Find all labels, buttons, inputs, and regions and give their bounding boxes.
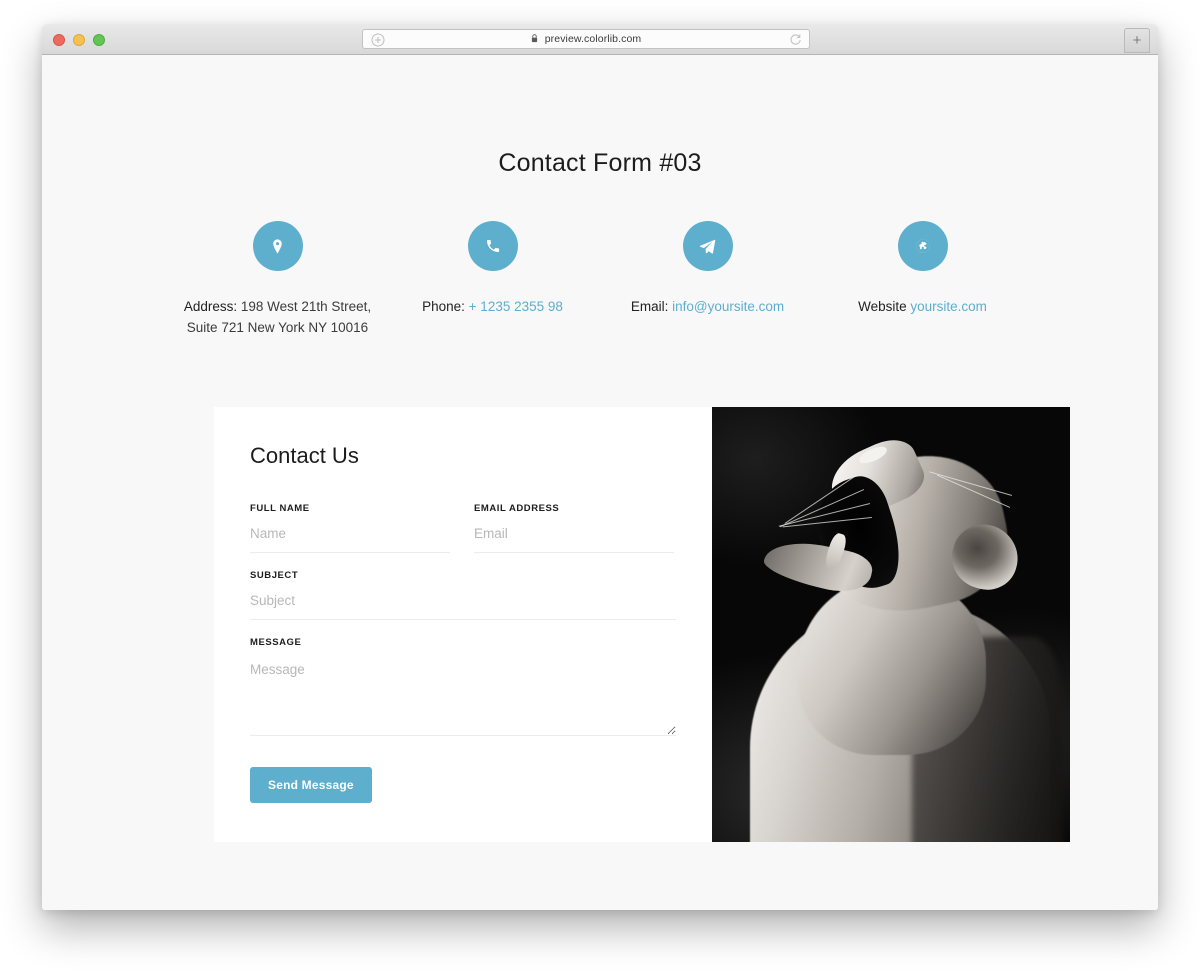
subject-input[interactable] — [250, 593, 676, 620]
field-message: MESSAGE — [250, 637, 676, 736]
contact-item-website: Website yoursite.com — [815, 221, 1030, 338]
globe-icon — [897, 221, 948, 271]
map-pin-icon — [252, 221, 303, 271]
address-bar-text: preview.colorlib.com — [531, 33, 642, 46]
contact-phone-label: Phone: — [422, 299, 465, 314]
address-bar[interactable]: preview.colorlib.com — [362, 29, 810, 49]
browser-window: preview.colorlib.com + Contact Form #03 — [42, 24, 1158, 910]
name-email-row: FULL NAME EMAIL ADDRESS — [250, 503, 676, 570]
close-window-button[interactable] — [53, 34, 65, 46]
maximize-window-button[interactable] — [93, 34, 105, 46]
lioness-photo — [712, 407, 1070, 842]
email-address-label: EMAIL ADDRESS — [474, 503, 560, 514]
contact-phone-link[interactable]: + 1235 2355 98 — [469, 299, 563, 314]
phone-icon — [467, 221, 518, 271]
url-hostname: preview.colorlib.com — [544, 32, 642, 45]
lioness-photo-image — [712, 407, 1070, 842]
contact-address-text: Address: 198 West 21th Street, Suite 721… — [170, 296, 385, 338]
message-textarea[interactable] — [250, 660, 676, 736]
field-full-name: FULL NAME — [250, 503, 450, 553]
field-email-address: EMAIL ADDRESS — [474, 503, 674, 553]
contact-website-label: Website — [858, 299, 907, 314]
contact-address-value: 198 West 21th Street, — [240, 299, 372, 314]
add-circle-icon[interactable] — [371, 33, 385, 47]
contact-item-address: Address: 198 West 21th Street, Suite 721… — [170, 221, 385, 338]
field-subject: SUBJECT — [250, 570, 676, 620]
contact-phone-text: Phone: + 1235 2355 98 — [385, 296, 600, 317]
contact-item-email: Email: info@yoursite.com — [600, 221, 815, 338]
window-controls — [53, 34, 105, 46]
email-address-input[interactable] — [474, 526, 674, 553]
subject-label: SUBJECT — [250, 570, 299, 581]
contact-email-text: Email: info@yoursite.com — [600, 296, 815, 317]
send-message-button[interactable]: Send Message — [250, 767, 372, 803]
contact-website-text: Website yoursite.com — [815, 296, 1030, 317]
lock-icon — [531, 33, 538, 46]
contact-form: Contact Us FULL NAME EMAIL ADDRESS SUBJE… — [214, 407, 712, 842]
form-heading: Contact Us — [250, 443, 359, 468]
paper-plane-icon — [682, 221, 733, 271]
message-label: MESSAGE — [250, 637, 302, 648]
minimize-window-button[interactable] — [73, 34, 85, 46]
full-name-input[interactable] — [250, 526, 450, 553]
contact-email-link[interactable]: info@yoursite.com — [672, 299, 784, 314]
page-viewport: Contact Form #03 Address: 198 West 21th … — [42, 55, 1158, 910]
contact-email-label: Email: — [630, 299, 669, 314]
contact-website-link[interactable]: yoursite.com — [910, 299, 987, 314]
contact-address-value-2: Suite 721 New York NY 10016 — [186, 320, 369, 335]
contact-address-label: Address: — [183, 299, 238, 314]
contact-card: Contact Us FULL NAME EMAIL ADDRESS SUBJE… — [214, 407, 1070, 842]
reload-icon[interactable] — [789, 33, 802, 46]
page-title: Contact Form #03 — [498, 149, 702, 177]
browser-titlebar: preview.colorlib.com + — [42, 24, 1158, 55]
new-tab-button[interactable]: + — [1124, 28, 1150, 53]
full-name-label: FULL NAME — [250, 503, 310, 514]
contact-item-phone: Phone: + 1235 2355 98 — [385, 221, 600, 338]
contact-info-strip: Address: 198 West 21th Street, Suite 721… — [170, 221, 1030, 338]
